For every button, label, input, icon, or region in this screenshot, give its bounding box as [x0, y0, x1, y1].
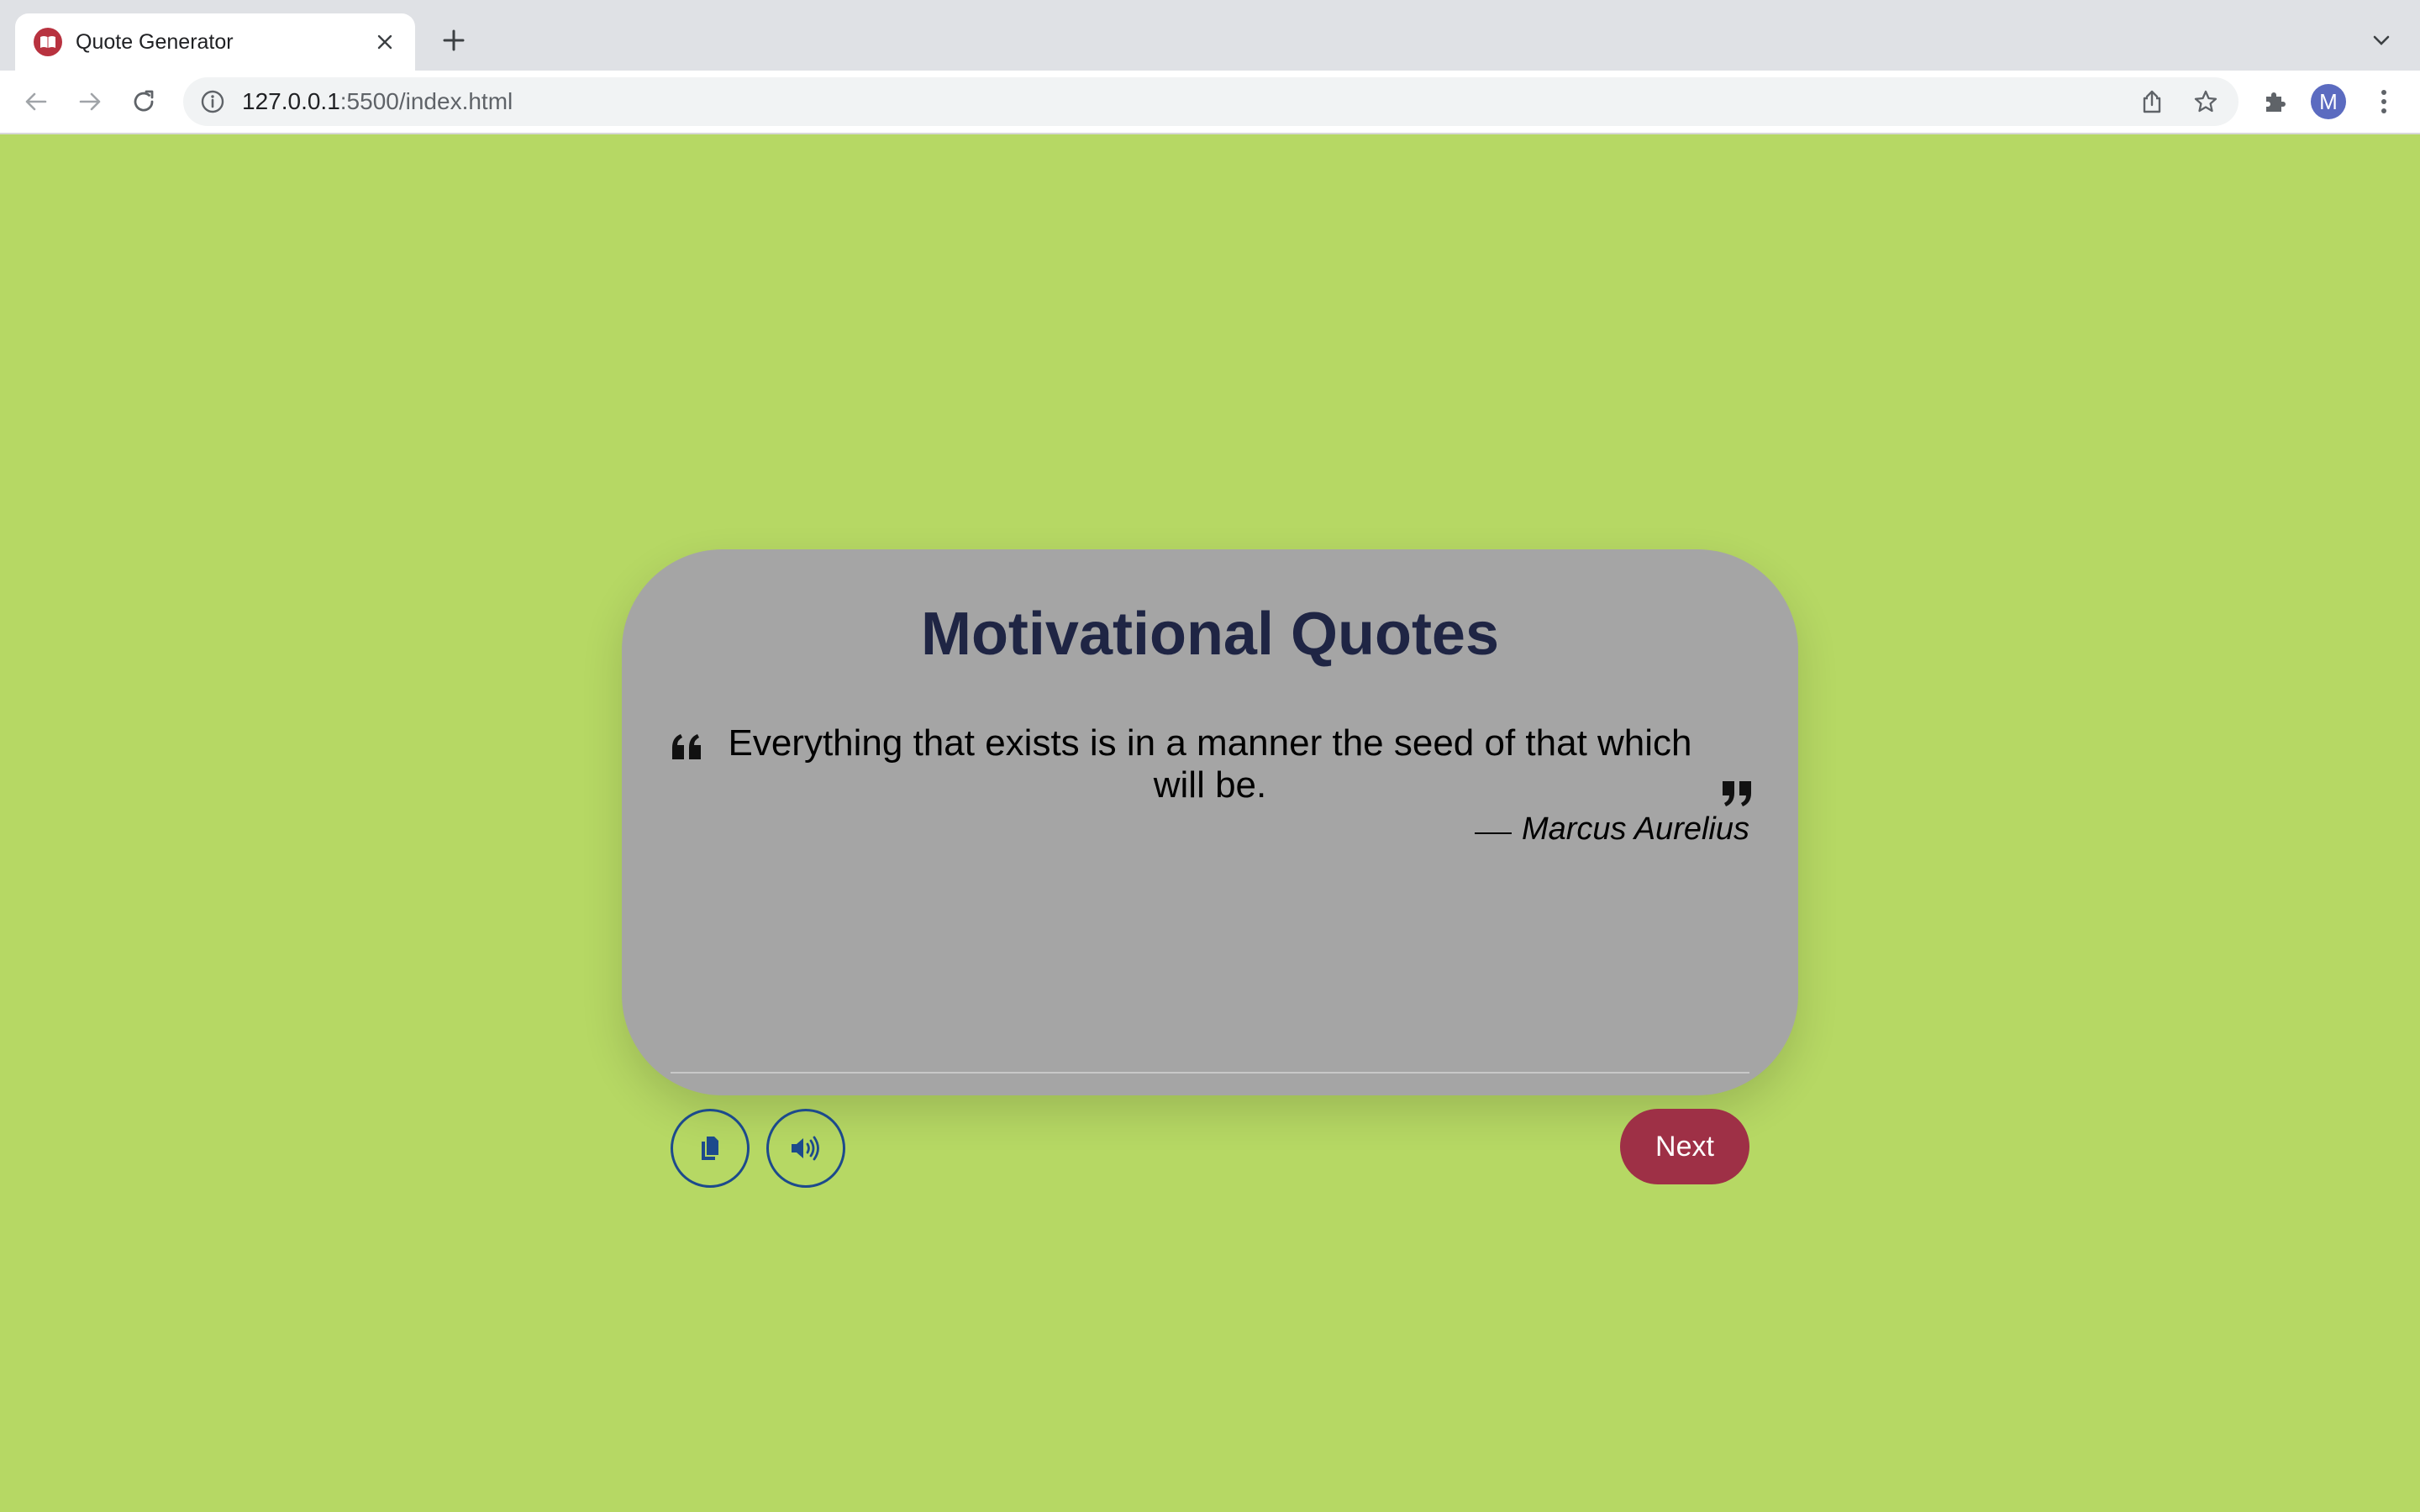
url-path: :5500/index.html	[340, 88, 513, 115]
share-button[interactable]	[2133, 82, 2171, 121]
reload-icon	[130, 88, 157, 115]
menu-button[interactable]	[2365, 82, 2403, 121]
next-button[interactable]: Next	[1620, 1109, 1749, 1184]
browser-tab[interactable]: Quote Generator	[15, 13, 415, 71]
page-title: Motivational Quotes	[622, 600, 1798, 669]
speak-button[interactable]	[766, 1109, 845, 1188]
card-actions: Next	[671, 1109, 1749, 1188]
extensions-button[interactable]	[2255, 82, 2294, 121]
quote-card: Motivational Quotes Everything that exis…	[622, 549, 1798, 1095]
back-arrow-icon	[24, 89, 49, 114]
bookmark-button[interactable]	[2186, 82, 2225, 121]
quote-text: Everything that exists is in a manner th…	[723, 722, 1697, 806]
forward-button[interactable]	[71, 82, 109, 121]
reload-button[interactable]	[124, 82, 163, 121]
tab-title: Quote Generator	[76, 30, 370, 55]
info-icon[interactable]	[200, 89, 225, 114]
speaker-icon	[790, 1135, 822, 1162]
back-button[interactable]	[17, 82, 55, 121]
book-icon	[34, 28, 62, 56]
copy-button[interactable]	[671, 1109, 750, 1188]
chevron-down-icon	[2372, 34, 2391, 46]
author-dash	[1475, 832, 1512, 834]
address-bar[interactable]: 127.0.0.1:5500/index.html	[183, 77, 2238, 126]
new-tab-button[interactable]	[435, 22, 472, 59]
puzzle-icon	[2262, 89, 2287, 114]
profile-button[interactable]: M	[2309, 82, 2348, 121]
share-icon	[2140, 89, 2164, 114]
browser-window: Quote Generator	[0, 0, 2420, 1512]
tab-search-button[interactable]	[2366, 25, 2396, 55]
tab-strip: Quote Generator	[0, 0, 2420, 71]
plus-icon	[443, 29, 465, 51]
author-name: Marcus Aurelius	[1522, 811, 1749, 848]
star-icon	[2193, 89, 2218, 114]
quote-right-icon	[1719, 778, 1753, 808]
forward-arrow-icon	[77, 89, 103, 114]
quote-author: Marcus Aurelius	[1475, 811, 1749, 848]
avatar: M	[2311, 84, 2346, 119]
browser-toolbar: 127.0.0.1:5500/index.html M	[0, 71, 2420, 134]
copy-icon	[698, 1135, 722, 1162]
quote-left-icon	[671, 732, 704, 763]
close-icon[interactable]	[370, 27, 400, 57]
divider	[671, 1072, 1749, 1074]
page-viewport: Motivational Quotes Everything that exis…	[0, 134, 2420, 1512]
url-host: 127.0.0.1	[242, 88, 340, 115]
more-vertical-icon	[2380, 88, 2388, 115]
